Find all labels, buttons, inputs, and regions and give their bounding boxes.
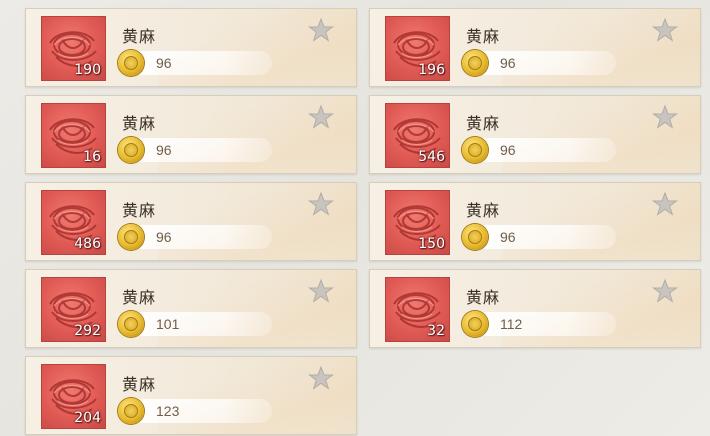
jute-bundle-icon: 546 bbox=[385, 103, 450, 168]
item-price: 101 bbox=[156, 316, 180, 332]
item-quantity: 150 bbox=[418, 236, 445, 252]
jute-bundle-icon: 190 bbox=[41, 16, 106, 81]
gold-coin-icon bbox=[462, 224, 488, 250]
gold-coin-icon bbox=[462, 311, 488, 337]
item-name: 黄麻 bbox=[122, 288, 157, 307]
item-quantity: 292 bbox=[74, 323, 101, 339]
item-name: 黄麻 bbox=[466, 114, 501, 133]
item-price: 96 bbox=[500, 55, 516, 71]
star-icon[interactable] bbox=[652, 191, 678, 217]
item-name: 黄麻 bbox=[466, 201, 501, 220]
item-listing-card[interactable]: 486 黄麻 96 bbox=[25, 182, 357, 261]
star-icon[interactable] bbox=[308, 104, 334, 130]
gold-coin-icon bbox=[118, 311, 144, 337]
gold-coin-icon bbox=[118, 50, 144, 76]
item-quantity: 546 bbox=[418, 149, 445, 165]
item-listing-card[interactable]: 150 黄麻 96 bbox=[369, 182, 701, 261]
item-name: 黄麻 bbox=[122, 114, 157, 133]
gold-coin-icon bbox=[462, 50, 488, 76]
item-name: 黄麻 bbox=[122, 201, 157, 220]
item-price: 96 bbox=[156, 229, 172, 245]
item-name: 黄麻 bbox=[122, 375, 157, 394]
star-icon[interactable] bbox=[308, 365, 334, 391]
item-quantity: 190 bbox=[74, 62, 101, 78]
star-icon[interactable] bbox=[652, 17, 678, 43]
item-name: 黄麻 bbox=[122, 27, 157, 46]
item-price: 123 bbox=[156, 403, 180, 419]
star-icon[interactable] bbox=[652, 104, 678, 130]
item-quantity: 32 bbox=[427, 323, 445, 339]
item-price: 112 bbox=[500, 316, 523, 332]
jute-bundle-icon: 292 bbox=[41, 277, 106, 342]
item-name: 黄麻 bbox=[466, 27, 501, 46]
item-price: 96 bbox=[500, 142, 516, 158]
item-listing-card[interactable]: 32 黄麻 112 bbox=[369, 269, 701, 348]
jute-bundle-icon: 16 bbox=[41, 103, 106, 168]
jute-bundle-icon: 150 bbox=[385, 190, 450, 255]
item-listing-card[interactable]: 204 黄麻 123 bbox=[25, 356, 357, 435]
jute-bundle-icon: 32 bbox=[385, 277, 450, 342]
item-quantity: 196 bbox=[418, 62, 445, 78]
item-listing-card[interactable]: 190 黄麻 96 bbox=[25, 8, 357, 87]
gold-coin-icon bbox=[118, 224, 144, 250]
star-icon[interactable] bbox=[308, 191, 334, 217]
item-price: 96 bbox=[156, 142, 172, 158]
item-price: 96 bbox=[156, 55, 172, 71]
item-name: 黄麻 bbox=[466, 288, 501, 307]
jute-bundle-icon: 204 bbox=[41, 364, 106, 429]
item-listing-card[interactable]: 546 黄麻 96 bbox=[369, 95, 701, 174]
jute-bundle-icon: 196 bbox=[385, 16, 450, 81]
item-quantity: 486 bbox=[74, 236, 101, 252]
star-icon[interactable] bbox=[308, 278, 334, 304]
item-listing-grid: 190 黄麻 96 196 黄麻 96 16 黄麻 96 546 黄麻 96 4… bbox=[25, 8, 701, 435]
star-icon[interactable] bbox=[308, 17, 334, 43]
item-listing-card[interactable]: 292 黄麻 101 bbox=[25, 269, 357, 348]
item-listing-card[interactable]: 196 黄麻 96 bbox=[369, 8, 701, 87]
item-quantity: 204 bbox=[74, 410, 101, 426]
star-icon[interactable] bbox=[652, 278, 678, 304]
gold-coin-icon bbox=[462, 137, 488, 163]
item-quantity: 16 bbox=[83, 149, 101, 165]
item-listing-card[interactable]: 16 黄麻 96 bbox=[25, 95, 357, 174]
item-price: 96 bbox=[500, 229, 516, 245]
gold-coin-icon bbox=[118, 137, 144, 163]
jute-bundle-icon: 486 bbox=[41, 190, 106, 255]
gold-coin-icon bbox=[118, 398, 144, 424]
